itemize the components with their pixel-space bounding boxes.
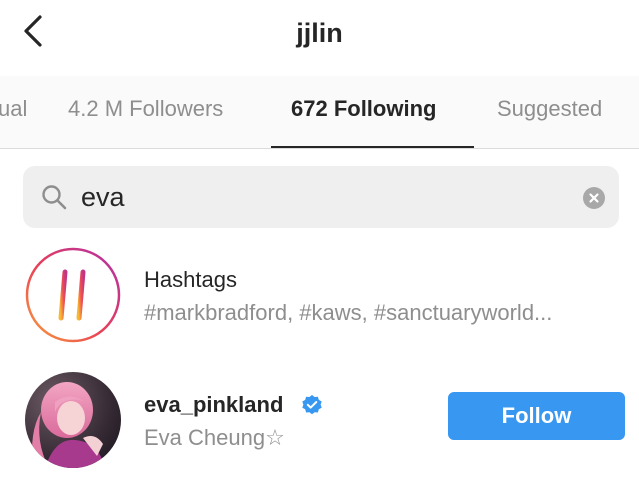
- tab-bar: ual 4.2 M Followers 672 Following Sugges…: [0, 76, 639, 149]
- hashtags-title: Hashtags: [144, 267, 237, 292]
- clear-icon[interactable]: [583, 187, 605, 209]
- follow-button[interactable]: Follow: [448, 392, 625, 440]
- verified-badge-icon: [302, 395, 322, 415]
- avatar[interactable]: [25, 372, 121, 468]
- username: eva_pinkland: [144, 392, 284, 417]
- tab-following[interactable]: 672 Following: [291, 96, 436, 122]
- tab-followers[interactable]: 4.2 M Followers: [68, 96, 223, 122]
- search-icon: [42, 185, 67, 210]
- search-bar[interactable]: eva: [23, 166, 619, 228]
- hashtag-icon: [25, 247, 121, 343]
- search-input[interactable]: eva: [81, 180, 125, 214]
- hashtags-subtitle: #markbradford, #kaws, #sanctuaryworld...: [144, 300, 553, 325]
- full-name: Eva Cheung☆: [144, 425, 285, 450]
- hashtags-result-row[interactable]: Hashtags #markbradford, #kaws, #sanctuar…: [0, 247, 639, 343]
- tab-mutual[interactable]: ual: [0, 96, 27, 122]
- active-tab-indicator: [271, 146, 474, 148]
- tab-suggested[interactable]: Suggested: [497, 96, 602, 122]
- user-result-row[interactable]: eva_pinkland Eva Cheung☆ Follow: [0, 372, 639, 468]
- page-title: jjlin: [296, 18, 343, 48]
- header: jjlin: [0, 0, 639, 76]
